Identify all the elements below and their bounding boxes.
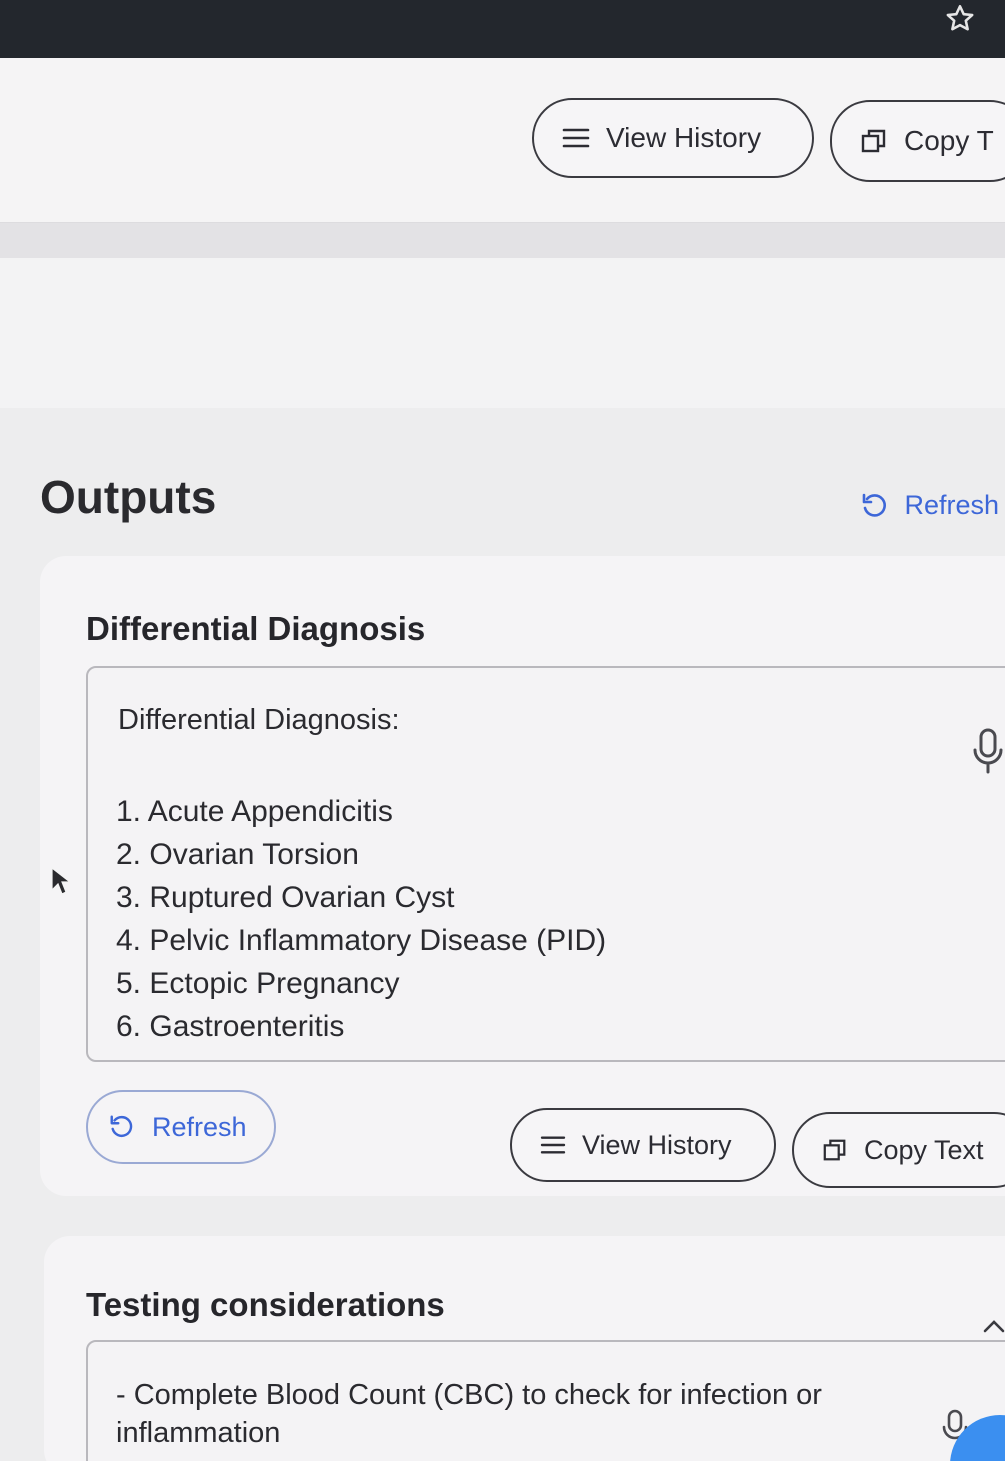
copy-text-label: Copy Text bbox=[864, 1134, 984, 1165]
refresh-icon bbox=[863, 493, 887, 517]
section-divider bbox=[0, 223, 1005, 261]
textbox-heading: Differential Diagnosis: bbox=[118, 704, 400, 736]
view-history-button[interactable]: View History bbox=[510, 1108, 776, 1182]
diagnosis-list: 1. Acute Appendicitis 2. Ovarian Torsion… bbox=[116, 790, 606, 1048]
outputs-heading: Outputs bbox=[40, 471, 217, 523]
list-item: 1. Acute Appendicitis bbox=[116, 795, 393, 828]
outputs-refresh-link[interactable]: Refresh bbox=[860, 490, 999, 521]
menu-lines-icon bbox=[562, 128, 590, 148]
copy-icon bbox=[861, 129, 886, 153]
bookmark-star-icon[interactable] bbox=[943, 2, 977, 36]
view-history-label: View History bbox=[606, 122, 762, 153]
mouse-cursor-icon bbox=[51, 866, 70, 895]
refresh-button[interactable]: Refresh bbox=[86, 1090, 276, 1164]
top-action-strip: View History Copy T bbox=[0, 58, 1005, 223]
testing-considerations-title: Testing considerations bbox=[86, 1286, 445, 1323]
list-item: 5. Ectopic Pregnancy bbox=[116, 967, 400, 1000]
copy-text-button-top[interactable]: Copy T bbox=[830, 100, 1005, 182]
list-item: 2. Ovarian Torsion bbox=[116, 838, 359, 871]
view-history-button-top[interactable]: View History bbox=[532, 98, 814, 178]
list-item: 6. Gastroenteritis bbox=[116, 1010, 345, 1043]
testing-considerations-text: - Complete Blood Count (CBC) to check fo… bbox=[116, 1379, 822, 1449]
copy-label: Copy T bbox=[904, 125, 994, 156]
refresh-button-label: Refresh bbox=[152, 1111, 247, 1142]
outputs-refresh-label: Refresh bbox=[904, 490, 999, 520]
menu-lines-icon bbox=[540, 1136, 566, 1154]
microphone-icon[interactable] bbox=[968, 726, 1005, 776]
empty-panel bbox=[0, 258, 1005, 408]
copy-text-button[interactable]: Copy Text bbox=[792, 1112, 1005, 1188]
view-history-label: View History bbox=[582, 1129, 732, 1160]
chevron-up-icon[interactable] bbox=[982, 1316, 1005, 1336]
list-item: 4. Pelvic Inflammatory Disease (PID) bbox=[116, 924, 607, 957]
browser-toolbar bbox=[0, 0, 1005, 58]
refresh-icon bbox=[110, 1115, 133, 1138]
differential-diagnosis-title: Differential Diagnosis bbox=[86, 610, 426, 647]
list-item: 3. Ruptured Ovarian Cyst bbox=[116, 881, 455, 914]
copy-icon bbox=[823, 1139, 846, 1161]
